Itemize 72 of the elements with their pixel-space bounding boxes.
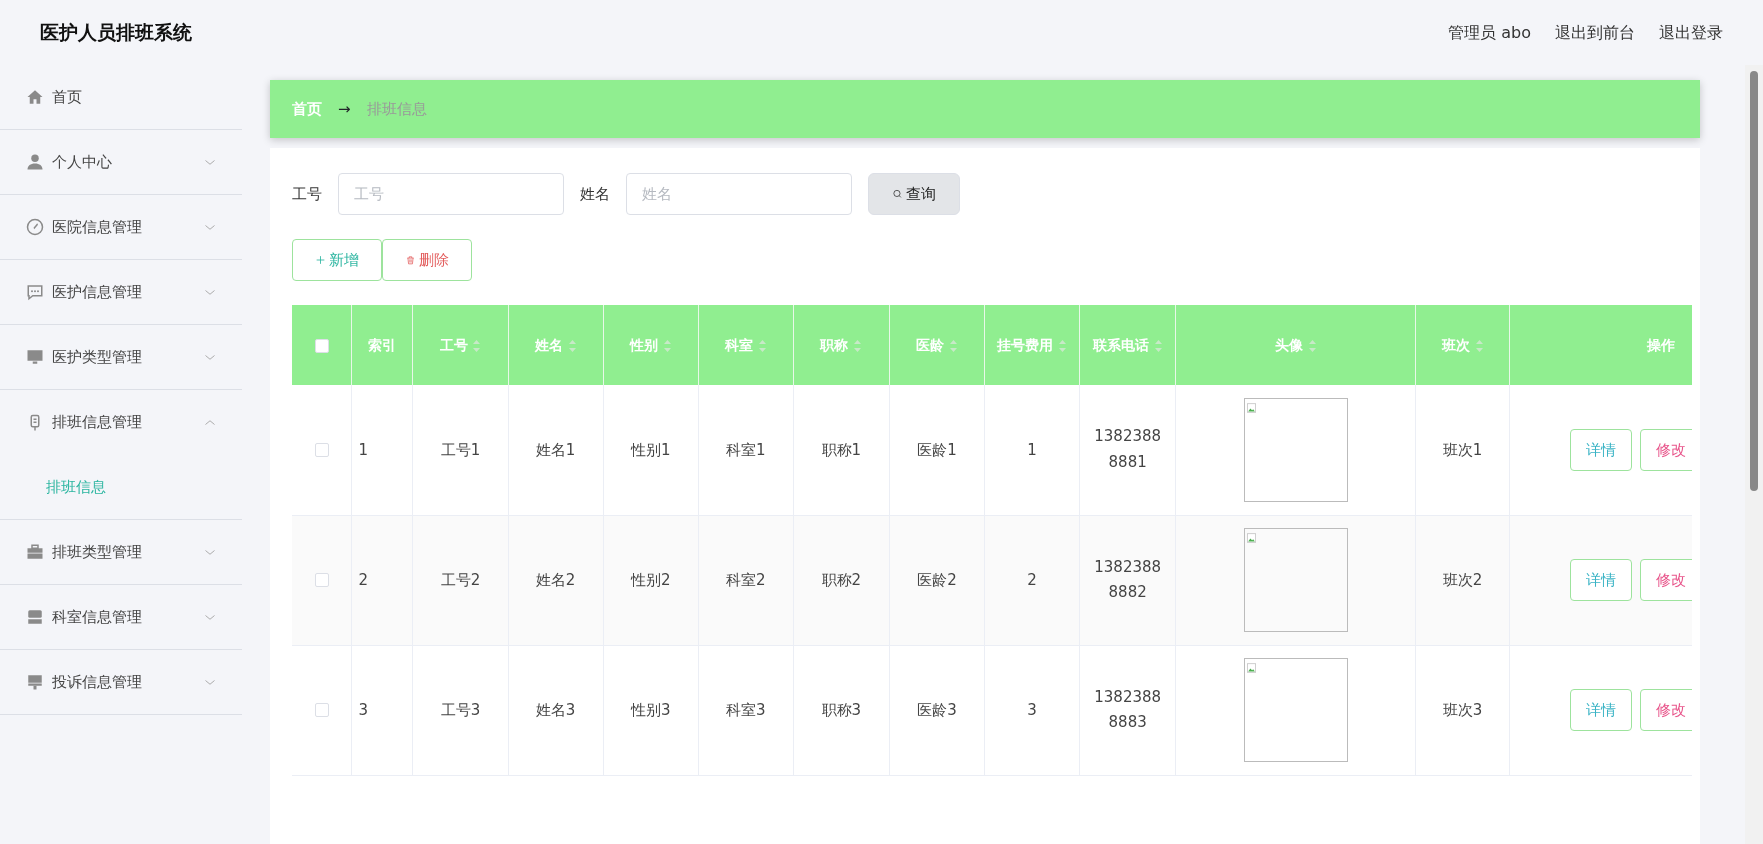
table-cell: 2 [1027,570,1037,589]
edit-button[interactable]: 修改 [1640,428,1692,471]
table-cell: 职称3 [821,700,862,719]
table-cell: 班次1 [1442,440,1483,459]
column-header[interactable]: 职称 [820,336,863,353]
delete-button[interactable]: 删除 [382,239,472,281]
edit-button[interactable]: 修改 [1640,689,1692,731]
column-header[interactable]: 班次 [1441,336,1484,353]
search-button[interactable]: 查询 [868,173,960,215]
input-field[interactable]: 工号 [338,173,564,215]
sidebar-item[interactable]: 投诉信息管理 [0,650,242,715]
add-button[interactable]: 新增 [292,239,382,281]
table-cell: 姓名1 [535,440,576,459]
header-link[interactable]: 退出登录 [1659,20,1723,45]
details-button[interactable]: 详情 [1570,559,1633,601]
table-cell-text: 13823888881 [1093,426,1163,473]
header-link[interactable]: 退出到前台 [1555,20,1635,45]
table-cell: 医龄3 [917,700,957,719]
table-cell: 科室1 [725,440,766,459]
column-header[interactable]: 操作 [1646,336,1675,353]
table-cell: 3 [358,700,368,719]
sidebar-item[interactable]: 个人中心 [0,130,242,195]
table-cell: 2 [358,570,368,589]
sidebar-item[interactable]: 医护信息管理 [0,260,242,325]
column-header[interactable]: 工号 [439,336,482,353]
table-cell: 科室3 [725,700,766,719]
table-cell: 姓名3 [535,700,576,719]
table-cell: 性别3 [630,700,671,719]
header-link[interactable]: 管理员 abo [1448,20,1531,45]
table-cell: 班次3 [1442,700,1483,719]
column-header[interactable]: 姓名 [534,336,577,353]
table-cell: 医龄2 [917,570,957,589]
column-header[interactable]: 索引 [368,336,397,353]
table-cell: 工号3 [440,700,481,719]
table-cell: 工号1 [440,440,481,459]
breadcrumb-item[interactable]: 首页 [292,97,322,121]
table-cell-text: 13823888883 [1093,686,1163,733]
sidebar-item[interactable]: 首页 [0,65,242,130]
table-cell: 姓名2 [535,570,576,589]
table-cell: 科室2 [725,570,766,589]
column-header[interactable]: 性别 [629,336,672,353]
breadcrumb-item: 排班信息 [366,98,427,120]
column-header[interactable]: 挂号费用 [997,336,1067,353]
column-header[interactable]: 医龄 [916,336,958,353]
table-cell: 职称2 [821,570,862,589]
table-cell: 性别1 [630,440,671,459]
sidebar-item[interactable]: 排班类型管理 [0,520,242,585]
field-label: 工号 [292,183,322,205]
details-button[interactable]: 详情 [1570,689,1633,731]
submenu-item[interactable]: 排班信息 [0,455,242,520]
app-title: 医护人员排班系统 [40,20,192,46]
table-cell: 1 [1027,440,1037,459]
sidebar-item[interactable]: 科室信息管理 [0,585,242,650]
table-cell: 班次2 [1442,570,1483,589]
table-cell: 工号2 [440,570,481,589]
column-header[interactable]: 联系电话 [1092,336,1163,353]
table-cell: 性别2 [630,570,671,589]
field-label: 姓名 [580,183,610,205]
breadcrumb-separator: → [338,98,351,120]
column-header[interactable]: 科室 [724,336,767,353]
table-cell: 医龄1 [917,440,957,459]
sidebar-item[interactable]: 医院信息管理 [0,195,242,260]
details-button[interactable]: 详情 [1570,428,1633,471]
table-cell: 3 [1027,700,1037,719]
sidebar-item[interactable]: 医护类型管理 [0,325,242,390]
table-cell: 1 [358,440,368,459]
column-header[interactable]: 头像 [1274,336,1317,353]
table-cell: 职称1 [821,440,862,459]
input-field[interactable]: 姓名 [626,173,852,215]
edit-button[interactable]: 修改 [1640,559,1692,601]
table-cell-text: 13823888882 [1093,556,1163,603]
sidebar-item[interactable]: 排班信息管理 [0,390,242,455]
